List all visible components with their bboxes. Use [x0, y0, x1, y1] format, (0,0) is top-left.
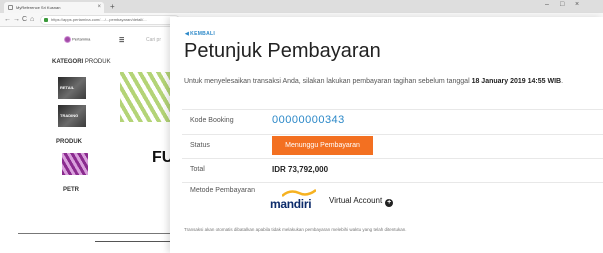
payment-method-row: Metode Pembayaran mandiri Virtual Accoun…	[182, 182, 603, 216]
booking-code-row: Kode Booking 00000000343	[182, 109, 603, 131]
tab-title: MyReference Sri Kusnan	[16, 5, 61, 10]
favicon-icon	[8, 5, 13, 10]
back-label: KEMBALI	[190, 31, 216, 37]
produk-heading: PRODUK	[56, 139, 83, 145]
home-icon[interactable]: ⌂	[30, 15, 34, 24]
product-image[interactable]	[62, 153, 88, 175]
browser-tab-bar: MyReference Sri Kusnan × + – □ ×	[0, 0, 603, 13]
status-label: Status	[190, 142, 210, 149]
hero-image	[120, 72, 172, 122]
virtual-account-toggle[interactable]: Virtual Account +	[329, 196, 394, 207]
plus-circle-icon[interactable]: +	[385, 199, 394, 207]
logo-text: Pertamina	[72, 36, 91, 42]
new-tab-icon[interactable]: +	[110, 2, 115, 12]
category-tile-retail[interactable]: RETAIL	[58, 77, 86, 99]
hamburger-menu-icon[interactable]: ☰	[119, 37, 124, 44]
background-page: Pertamina ☰ Cari pr KATEGORI PRODUK RETA…	[0, 27, 173, 253]
booking-code-label: Kode Booking	[190, 117, 234, 124]
mandiri-logo: mandiri	[270, 189, 318, 213]
intro-text: Untuk menyelesaikan transaksi Anda, sila…	[184, 78, 472, 85]
category-tile-trading[interactable]: TRADING	[58, 105, 86, 127]
cancellation-note: Transaksi akan otomatis dibatalkan apabi…	[184, 227, 407, 232]
arrow-left-icon: ◀	[185, 31, 190, 37]
kategori-heading: KATEGORI PRODUK	[52, 59, 111, 65]
booking-code-value: 00000000343	[272, 114, 345, 126]
total-row: Total IDR 73,792,000	[182, 158, 603, 180]
deadline-date: 18 January 2019 14:55 WIB	[471, 78, 562, 85]
kategori-rest: PRODUK	[83, 59, 111, 65]
total-label: Total	[190, 166, 205, 173]
virtual-account-label: Virtual Account	[329, 196, 383, 205]
logo-mark-icon	[64, 36, 71, 43]
back-link[interactable]: ◀KEMBALI	[185, 31, 215, 37]
maximize-icon[interactable]: □	[560, 1, 564, 8]
pertamina-logo[interactable]: Pertamina	[64, 36, 94, 46]
search-input[interactable]: Cari pr	[146, 37, 161, 43]
product-name[interactable]: PETR	[63, 187, 79, 193]
browser-tab[interactable]: MyReference Sri Kusnan ×	[4, 2, 104, 13]
payment-deadline-text: Untuk menyelesaikan transaksi Anda, sila…	[184, 76, 599, 87]
url-input[interactable]: https://apps.pertamina.com/..../...pemba…	[40, 15, 180, 25]
url-text: https://apps.pertamina.com/..../...pemba…	[51, 17, 147, 22]
mandiri-wordmark: mandiri	[270, 197, 312, 211]
mandiri-wave-icon	[282, 189, 316, 197]
tab-close-icon[interactable]: ×	[97, 2, 101, 13]
page-title: Petunjuk Pembayaran	[184, 40, 381, 62]
reload-icon[interactable]: C	[22, 15, 27, 24]
payment-instructions-panel: ◀KEMBALI Petunjuk Pembayaran Untuk menye…	[170, 17, 603, 253]
payment-method-label: Metode Pembayaran	[190, 187, 255, 194]
divider	[95, 241, 170, 242]
kategori-bold: KATEGORI	[52, 59, 84, 65]
lock-icon	[44, 18, 48, 22]
status-row: Status Menunggu Pembayaran	[182, 134, 603, 156]
total-value: IDR 73,792,000	[272, 165, 329, 174]
minimize-icon[interactable]: –	[545, 1, 549, 8]
intro-end: .	[561, 78, 564, 85]
window-close-icon[interactable]: ×	[575, 1, 579, 8]
back-arrow-icon[interactable]: ←	[4, 15, 11, 24]
background-header: Pertamina ☰ Cari pr	[50, 34, 170, 50]
status-badge[interactable]: Menunggu Pembayaran	[272, 136, 373, 155]
forward-arrow-icon[interactable]: →	[13, 15, 20, 24]
